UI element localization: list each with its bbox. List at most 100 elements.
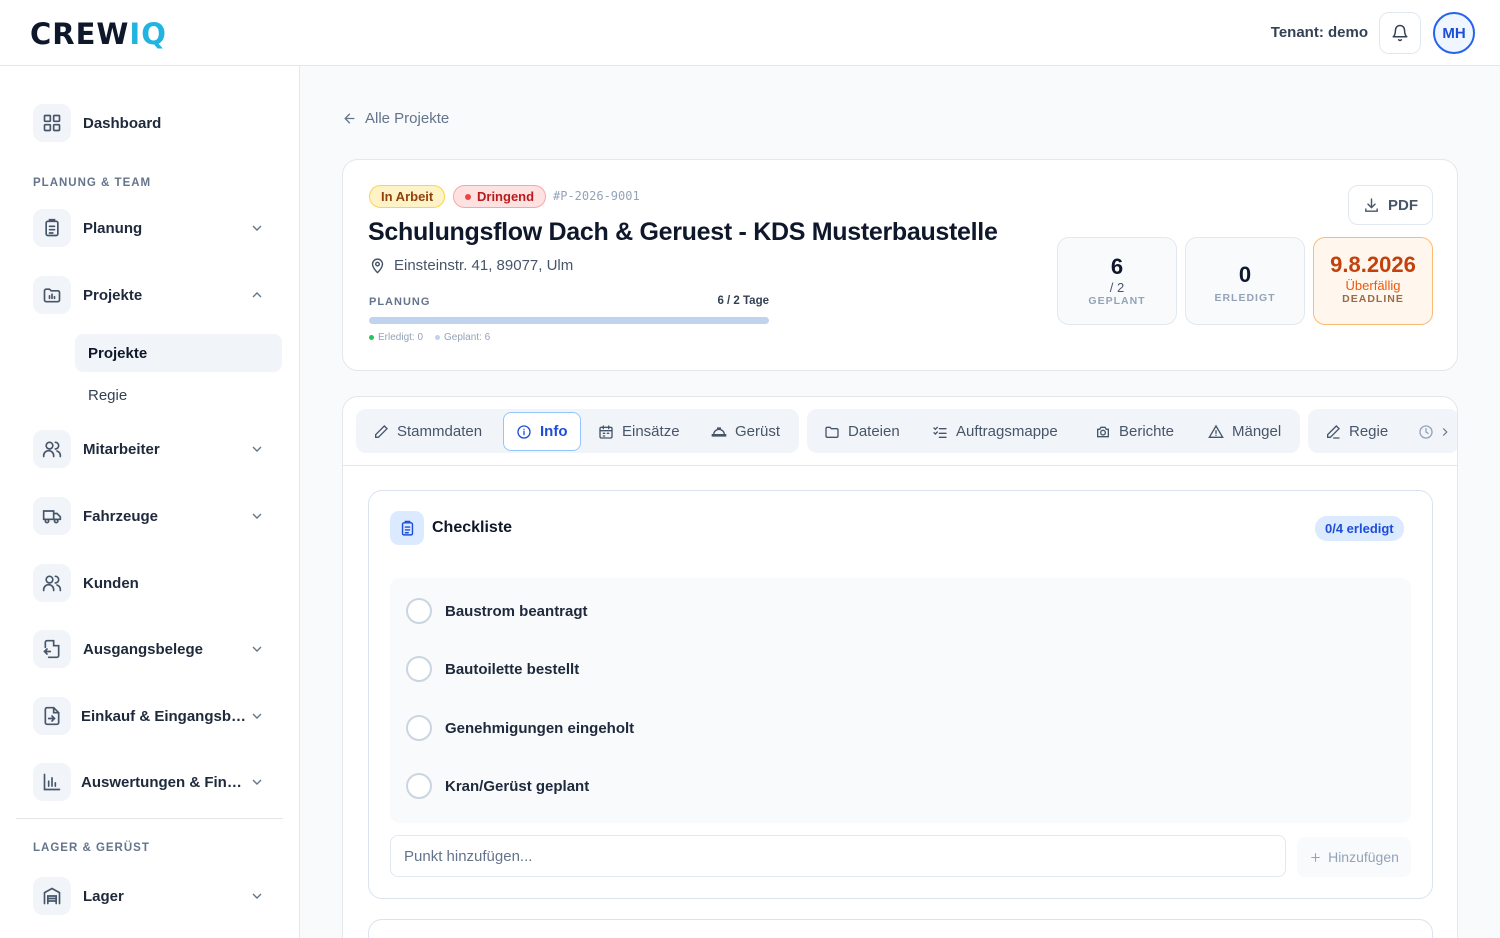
section-label-planning: PLANUNG & TEAM <box>33 177 152 189</box>
sidebar-item-auswertungen[interactable]: Auswertungen & Finanzen <box>33 762 273 802</box>
project-id: #P-2026-9001 <box>553 189 640 203</box>
planning-progress-bar <box>369 317 769 324</box>
stat-value: 9.8.2026 <box>1330 252 1416 277</box>
plus-icon <box>1311 852 1320 862</box>
sidebar-subitem-projekte[interactable]: Projekte <box>75 334 282 372</box>
sidebar-item-dashboard[interactable]: Dashboard <box>33 103 273 143</box>
planning-days: 6 / 2 Tage <box>717 295 769 307</box>
folder-chart-icon <box>43 288 61 303</box>
list-item[interactable]: Kran/Gerüst geplant <box>406 772 589 800</box>
item-label: Bautoilette bestellt <box>445 660 580 678</box>
chevron-down-icon <box>252 893 262 899</box>
back-link[interactable]: Alle Projekte <box>342 110 449 127</box>
tab-auftragsmappe[interactable]: Auftragsmappe <box>932 412 1058 451</box>
pencil-icon <box>375 424 388 438</box>
stat-label: ERLEDIGT <box>1214 292 1276 304</box>
user-avatar[interactable]: MH <box>1433 12 1475 54</box>
sidebar: Dashboard PLANUNG & TEAM Planung Projekt… <box>0 66 300 938</box>
list-item[interactable]: Baustrom beantragt <box>406 597 588 625</box>
stat-label: GEPLANT <box>1088 295 1146 307</box>
project-tabs-card: Stammdaten Info Einsätze Gerüst Dateien … <box>342 396 1458 938</box>
calendar-icon <box>599 424 613 439</box>
stat-value: 6 <box>1110 254 1124 279</box>
page-title: Schulungsflow Dach & Geruest - KDS Muste… <box>368 218 998 246</box>
sidebar-subitem-regie[interactable]: Regie <box>75 376 282 414</box>
tab-berichte[interactable]: Berichte <box>1095 412 1174 451</box>
planning-label: PLANUNG <box>369 296 431 308</box>
chevron-up-icon <box>252 292 262 298</box>
logo[interactable]: CREWIQ <box>30 17 167 51</box>
stat-label: DEADLINE <box>1342 293 1404 305</box>
item-label: Kran/Gerüst geplant <box>445 777 590 795</box>
checkbox[interactable] <box>406 773 432 799</box>
tab-history[interactable] <box>1418 412 1434 451</box>
sidebar-item-einkauf[interactable]: Einkauf & Eingangsbelege <box>33 696 273 736</box>
list-item[interactable]: Bautoilette bestellt <box>406 655 579 683</box>
back-link-label: Alle Projekte <box>365 110 450 127</box>
download-icon <box>1365 197 1378 212</box>
stat-sub: Überfällig <box>1345 278 1401 293</box>
document-in-icon <box>44 706 60 726</box>
arrow-left-icon <box>344 113 355 124</box>
priority-label: Dringend <box>477 189 535 204</box>
legend-planned: Geplant: 6 <box>435 332 490 343</box>
sidebar-item-ausgangsbelege[interactable]: Ausgangsbelege <box>33 629 273 669</box>
checkbox[interactable] <box>406 598 432 624</box>
tab-maengel[interactable]: Mängel <box>1208 412 1281 451</box>
add-item-input[interactable] <box>390 835 1286 877</box>
sidebar-item-lager[interactable]: Lager <box>33 876 273 916</box>
pdf-download-button[interactable]: PDF <box>1348 185 1433 225</box>
sidebar-item-label: Dashboard <box>83 114 162 132</box>
section-label-lager: LAGER & GERÜST <box>33 842 150 854</box>
notifications-button[interactable] <box>1379 12 1421 54</box>
add-item-button[interactable]: Hinzufügen <box>1297 837 1411 877</box>
list-item[interactable]: Genehmigungen eingeholt <box>406 714 634 742</box>
planning-progress-fill <box>369 317 769 324</box>
sidebar-item-mitarbeiter[interactable]: Mitarbeiter <box>33 429 273 469</box>
sidebar-item-label: Einkauf & Eingangsbelege <box>81 707 251 725</box>
checkbox[interactable] <box>406 715 432 741</box>
sidebar-item-label: Projekte <box>83 286 143 304</box>
priority-badge: Dringend <box>453 185 547 208</box>
project-header-card: In Arbeit Dringend #P-2026-9001 Schulung… <box>342 159 1458 371</box>
tabs-scroll-right[interactable] <box>1438 412 1452 451</box>
tab-stammdaten[interactable]: Stammdaten <box>373 412 482 451</box>
sidebar-item-label: Ausgangsbelege <box>83 640 204 658</box>
planning-legend: Erledigt: 0 Geplant: 6 <box>369 332 490 343</box>
sidebar-item-projekte[interactable]: Projekte <box>33 275 273 315</box>
list-checks-icon <box>933 426 947 438</box>
stat-planned: 6 / 2 GEPLANT <box>1057 237 1177 325</box>
checklist-title: Checkliste <box>432 519 513 536</box>
tab-einsaetze[interactable]: Einsätze <box>598 412 680 451</box>
sidebar-item-fahrzeuge[interactable]: Fahrzeuge <box>33 496 273 536</box>
sidebar-item-label: Planung <box>83 219 143 237</box>
chevron-down-icon <box>252 646 262 652</box>
stat-done: 0 ERLEDIGT <box>1185 237 1305 325</box>
sidebar-item-kunden[interactable]: Kunden <box>33 563 273 603</box>
checklist-card: Checkliste 0/4 erledigt Baustrom beantra… <box>368 490 1433 899</box>
camera-icon <box>1097 426 1109 437</box>
chevron-down-icon <box>252 225 262 231</box>
checklist-count-badge: 0/4 erledigt <box>1315 516 1404 541</box>
tab-info[interactable]: Info <box>503 412 581 451</box>
hard-hat-icon <box>711 426 727 437</box>
sidebar-item-label: Auswertungen & Finanzen <box>81 773 246 791</box>
checkbox[interactable] <box>406 656 432 682</box>
sidebar-item-label: Lager <box>83 887 124 905</box>
item-label: Baustrom beantragt <box>445 602 588 620</box>
clipboard-icon <box>390 511 424 545</box>
chevron-down-icon <box>252 779 262 785</box>
tab-regie[interactable]: Regie <box>1325 412 1388 451</box>
tab-dateien[interactable]: Dateien <box>824 412 900 451</box>
users-icon <box>42 441 62 458</box>
chevron-right-icon <box>1442 427 1448 436</box>
legend-done: Erledigt: 0 <box>369 332 423 343</box>
sidebar-item-label: Fahrzeuge <box>83 507 159 525</box>
map-pin-icon <box>371 258 384 274</box>
sidebar-divider <box>16 818 283 819</box>
clock-icon <box>1419 424 1433 439</box>
sidebar-item-planung[interactable]: Planung <box>33 208 273 248</box>
bar-chart-icon <box>43 773 61 791</box>
tab-geruest[interactable]: Gerüst <box>711 412 780 451</box>
truck-icon <box>42 510 62 524</box>
